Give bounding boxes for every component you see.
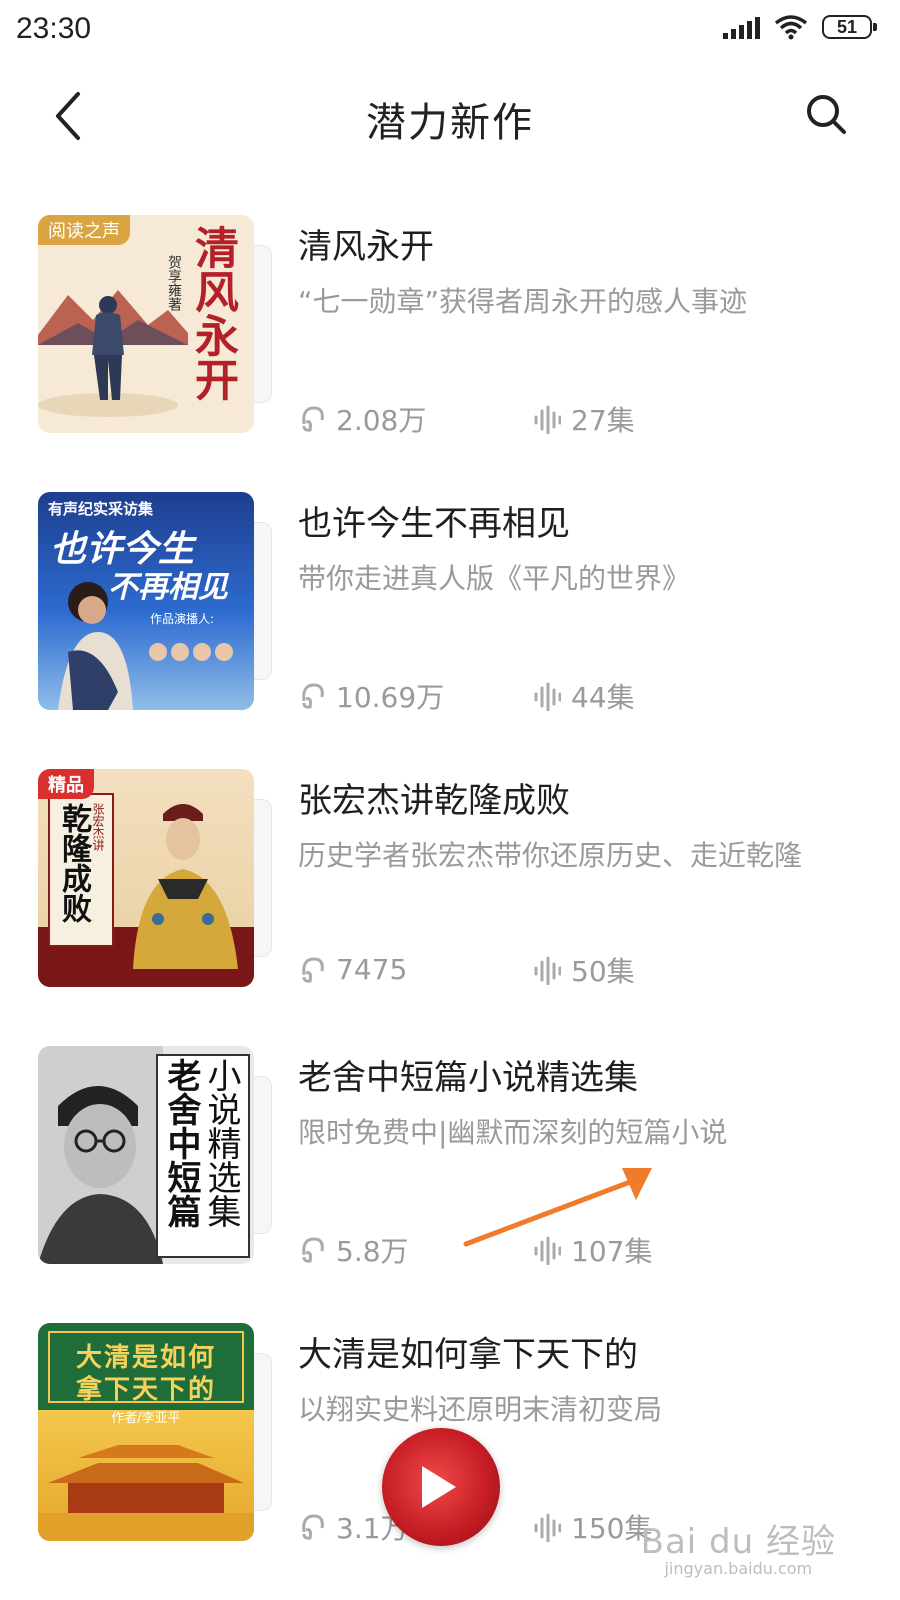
play-count: 10.69万 (298, 676, 444, 716)
book-description: “七一勋章”获得者周永开的感人事迹 (298, 285, 748, 318)
nav-bar: 潜力新作 (0, 62, 900, 172)
status-icons: 51 (723, 14, 877, 40)
headphone-icon (302, 1514, 324, 1540)
book-meta: 7475 50集 (298, 953, 635, 988)
play-count: 2.08万 (298, 399, 426, 439)
list-item[interactable]: 有声纪实采访集 也许今生 不再相见 作品演播人: 也许今生不再相见 带你走进真人… (0, 492, 900, 769)
cover-art: 乾隆成败 张宏杰讲 精品 (38, 769, 254, 987)
book-meta: 5.8万 107集 (298, 1230, 652, 1270)
episode-count-value: 27集 (571, 404, 635, 437)
episode-count: 44集 (533, 676, 635, 716)
episode-count-value: 50集 (571, 954, 635, 988)
book-description: 限时免费中|幽默而深刻的短篇小说 (298, 1116, 728, 1149)
book-list: 阅读之声 清风永开 贺享雍著 清风永开 “七一勋章”获得者周永开的感人事迹 2.… (0, 215, 900, 1600)
book-cover[interactable]: 有声纪实采访集 也许今生 不再相见 作品演播人: (38, 492, 272, 710)
book-cover[interactable]: 大清是如何 拿下天下的 作者/李亚平 (38, 1323, 272, 1541)
battery-indicator: 51 (822, 15, 877, 39)
book-description: 带你走进真人版《平凡的世界》 (298, 562, 691, 595)
cover-author: 贺享雍著 (166, 255, 182, 311)
episode-count-value: 44集 (571, 681, 635, 714)
book-title[interactable]: 大清是如何拿下天下的 (298, 1327, 638, 1376)
status-bar: 23:30 51 (0, 0, 900, 62)
emperor-portrait-illustration (133, 804, 238, 969)
episode-count: 50集 (533, 950, 635, 990)
cover-title-text: 清风永开 (187, 225, 238, 401)
list-item[interactable]: 乾隆成败 张宏杰讲 精品 张宏杰讲乾隆成败 历史学者张宏杰带你还原历史、走近乾隆 (0, 769, 900, 1046)
episode-count: 27集 (533, 399, 635, 439)
audio-wave-icon (534, 405, 561, 434)
cover-art: 有声纪实采访集 也许今生 不再相见 作品演播人: (38, 492, 254, 710)
audio-wave-icon (534, 956, 561, 985)
book-cover[interactable]: 乾隆成败 张宏杰讲 精品 (38, 769, 272, 987)
book-cover[interactable]: 老舍中短篇 小说精选集 (38, 1046, 272, 1264)
cover-title-text-2: 小说精选集 (201, 1058, 241, 1228)
headphone-icon (302, 406, 324, 432)
cover-art: 老舍中短篇 小说精选集 (38, 1046, 254, 1264)
watermark-logo-text: Bai du 经验 (640, 1522, 836, 1562)
list-item[interactable]: 阅读之声 清风永开 贺享雍著 清风永开 “七一勋章”获得者周永开的感人事迹 2.… (0, 215, 900, 492)
book-description: 历史学者张宏杰带你还原历史、走近乾隆 (298, 839, 803, 872)
book-title[interactable]: 老舍中短篇小说精选集 (298, 1050, 638, 1099)
play-count-value: 5.8万 (336, 1235, 409, 1268)
cover-title-text: 老舍中短篇 (161, 1058, 201, 1228)
play-count: 5.8万 (298, 1230, 409, 1270)
headphone-icon (302, 956, 324, 983)
book-title[interactable]: 清风永开 (298, 219, 434, 268)
book-title[interactable]: 也许今生不再相见 (298, 496, 570, 545)
annotation-arrow-icon (463, 1168, 652, 1247)
play-count-value: 7475 (336, 953, 408, 986)
headphone-icon (302, 1237, 324, 1263)
page-title: 潜力新作 (366, 100, 534, 146)
status-time: 23:30 (16, 12, 92, 45)
signal-icon (723, 15, 760, 39)
play-count-value: 10.69万 (336, 681, 445, 714)
audio-wave-icon (534, 1513, 561, 1542)
book-cover[interactable]: 阅读之声 清风永开 贺享雍著 (38, 215, 272, 433)
battery-level: 51 (836, 16, 858, 37)
watermark: Bai du 经验 jingyan.baidu.com (641, 1514, 836, 1578)
list-item[interactable]: 老舍中短篇 小说精选集 老舍中短篇小说精选集 限时免费中|幽默而深刻的短篇小说 … (0, 1046, 900, 1323)
cover-art: 阅读之声 清风永开 贺享雍著 (38, 215, 254, 433)
cover-art: 大清是如何 拿下天下的 作者/李亚平 (38, 1323, 254, 1541)
book-description: 以翔实史料还原明末清初变局 (298, 1393, 663, 1426)
audio-wave-icon (534, 682, 561, 711)
play-count-value: 2.08万 (336, 404, 427, 437)
watermark-url: jingyan.baidu.com (664, 1559, 813, 1578)
book-meta: 10.69万 44集 (298, 676, 635, 716)
search-icon[interactable] (804, 92, 848, 136)
mini-player-button[interactable] (382, 1428, 500, 1546)
book-meta: 2.08万 27集 (298, 399, 635, 439)
book-title[interactable]: 张宏杰讲乾隆成败 (298, 773, 570, 822)
headphone-icon (302, 683, 324, 709)
play-icon[interactable] (422, 1466, 456, 1508)
wifi-icon (774, 15, 808, 40)
episode-count: 150集 (533, 1507, 652, 1547)
woman-portrait-illustration (58, 582, 233, 710)
palace-illustration (38, 1445, 254, 1541)
play-count: 7475 (298, 953, 407, 986)
